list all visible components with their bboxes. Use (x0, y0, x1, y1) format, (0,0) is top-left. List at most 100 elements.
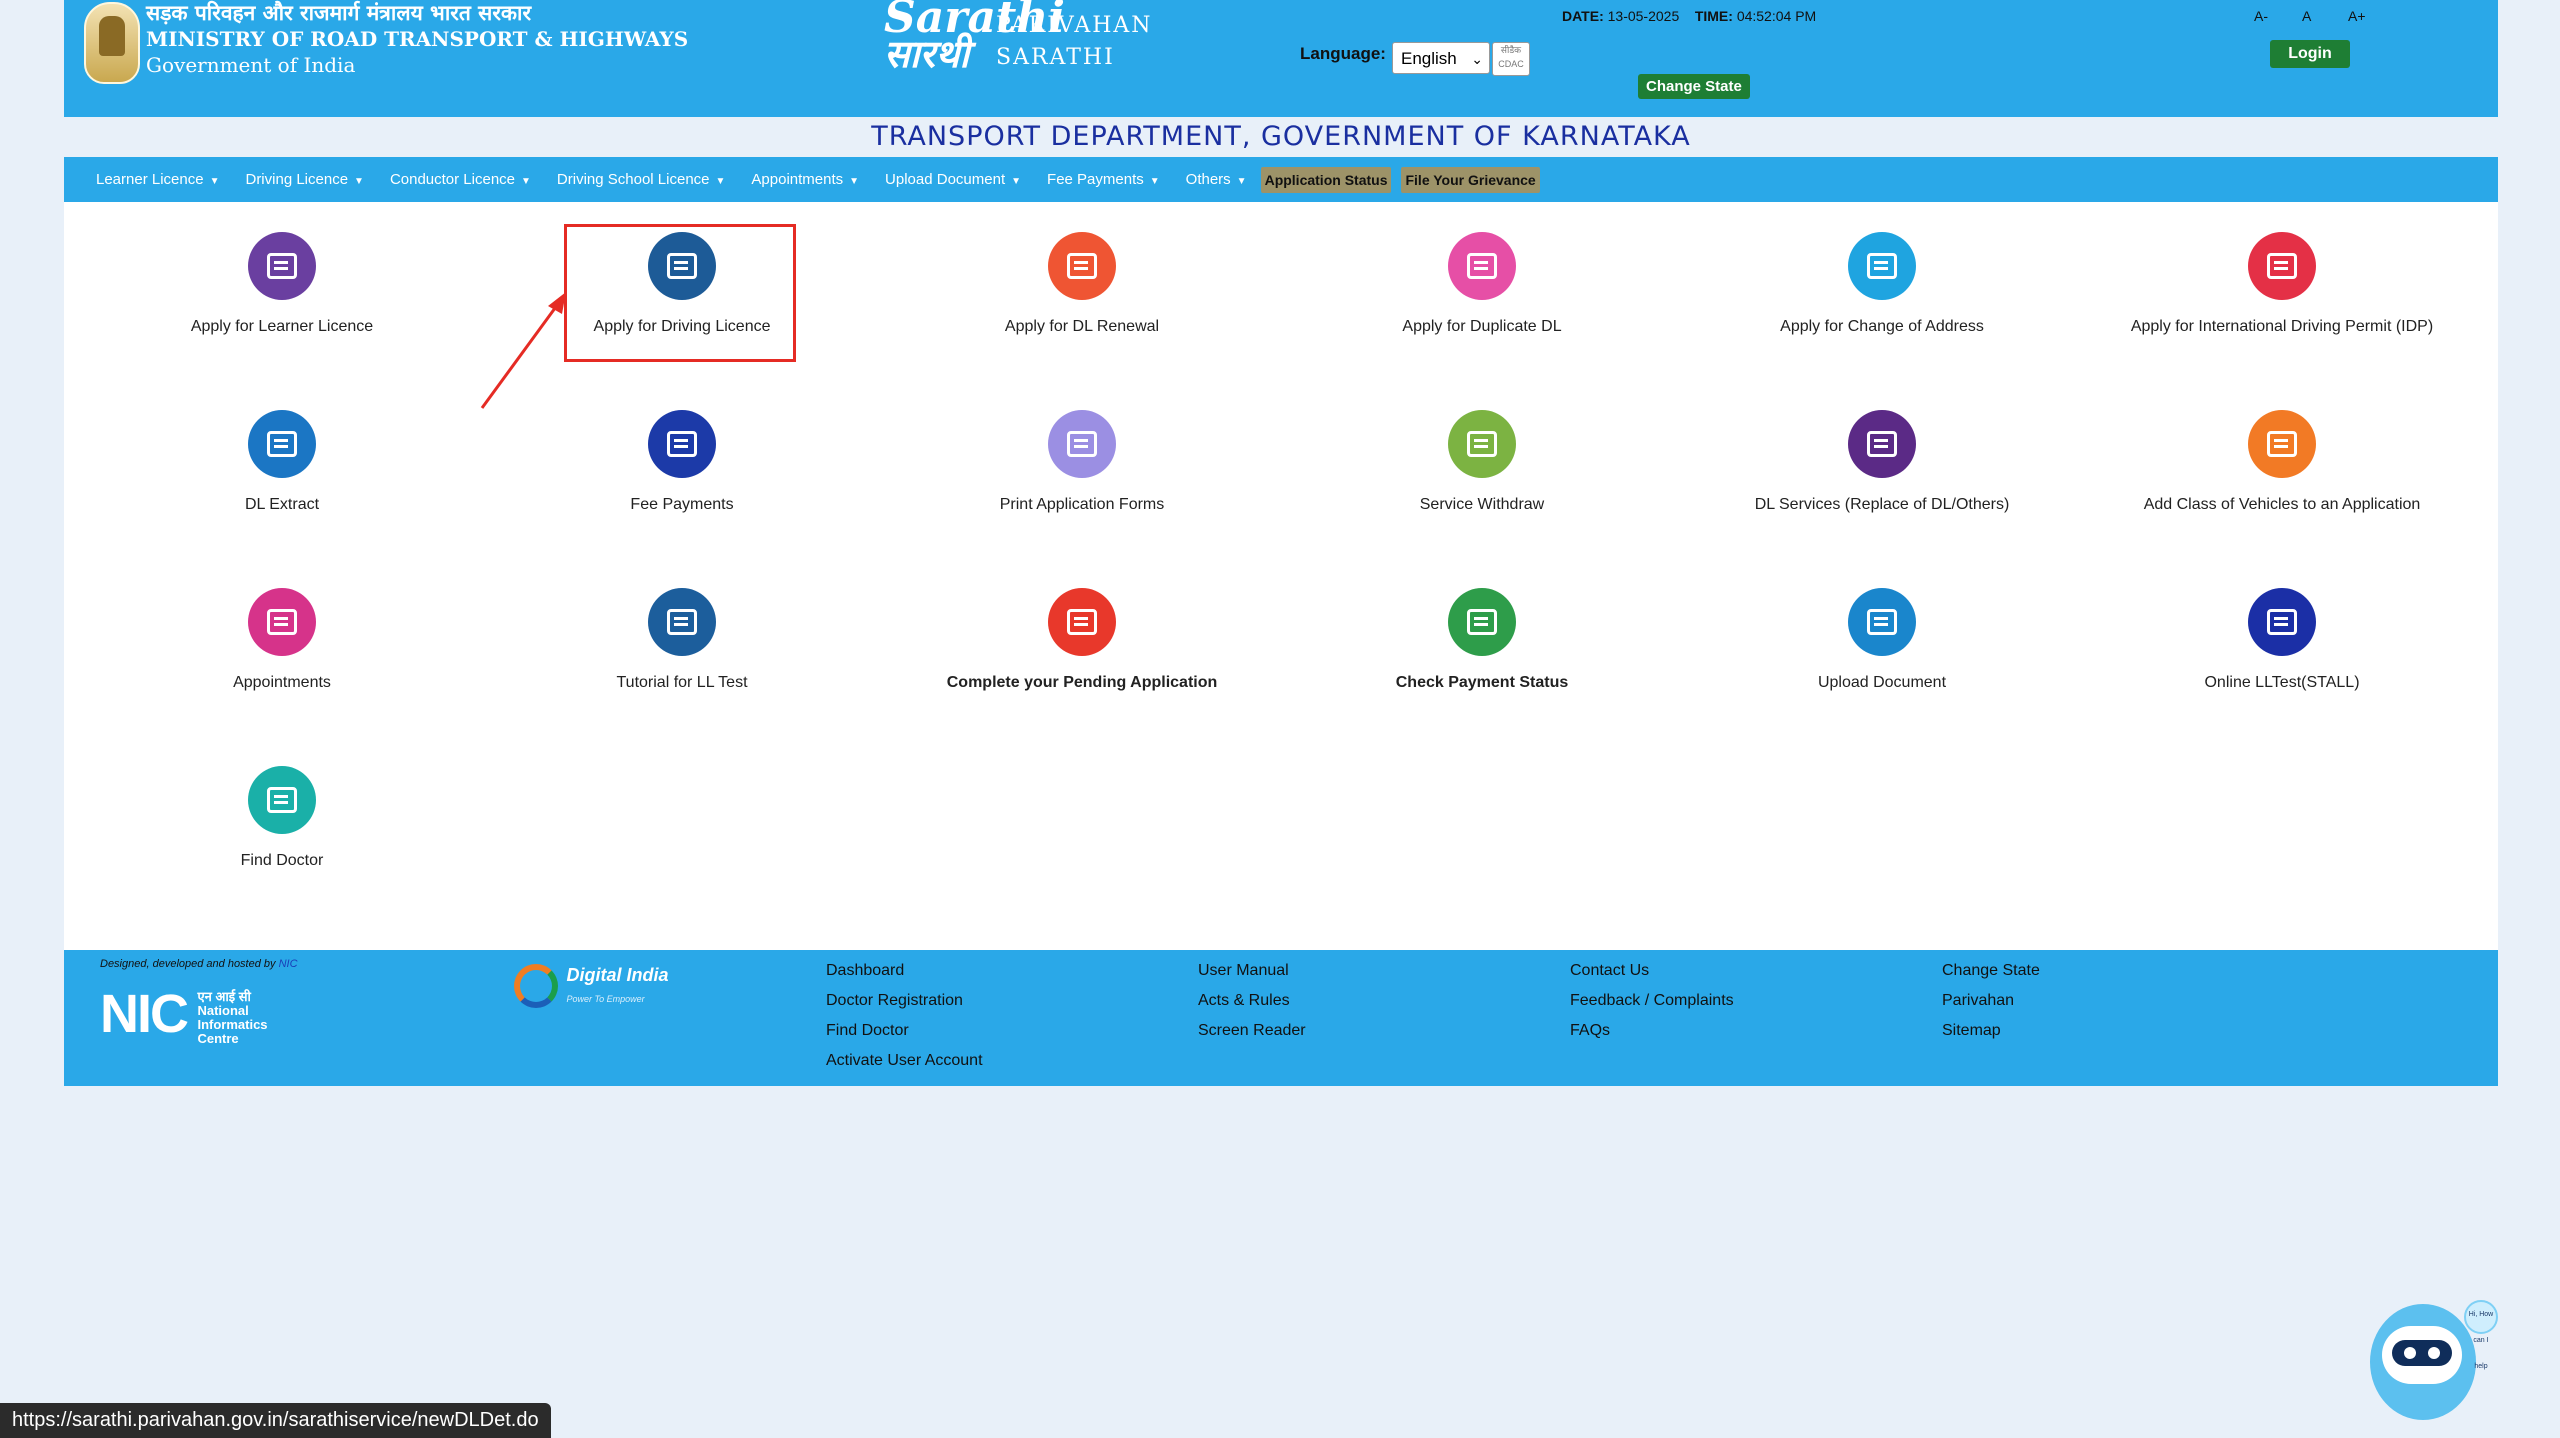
nav-label: Others (1185, 171, 1231, 188)
footer-link[interactable]: Feedback / Complaints (1570, 986, 1734, 1016)
nav-driving-licence[interactable]: Driving Licence ▼ (245, 171, 363, 188)
language-value: English (1401, 49, 1457, 68)
service-label: Fee Payments (630, 496, 734, 513)
nav-learner-licence[interactable]: Learner Licence ▼ (96, 171, 219, 188)
chatbot-eye-left (2404, 1347, 2416, 1359)
cdac-logo: सीडैक CDAC (1492, 42, 1530, 76)
footer-link[interactable]: Change State (1942, 956, 2040, 986)
footer-link[interactable]: Contact Us (1570, 956, 1734, 986)
service-label: Online LLTest(STALL) (2204, 674, 2360, 691)
footer-link[interactable]: Screen Reader (1198, 1016, 1306, 1046)
location-pin-icon (1848, 232, 1916, 300)
service-tile[interactable]: Complete your Pending Application (882, 588, 1282, 692)
service-label: Apply for International Driving Permit (… (2130, 318, 2434, 335)
service-label: DL Extract (244, 496, 320, 513)
service-tile[interactable]: Print Application Forms (882, 410, 1282, 514)
service-tile[interactable]: Check Payment Status (1282, 588, 1682, 692)
service-label: Apply for DL Renewal (1004, 318, 1160, 335)
service-label: Tutorial for LL Test (616, 674, 748, 691)
login-button[interactable]: Login (2270, 40, 2350, 68)
service-tile[interactable]: Apply for DL Renewal (882, 232, 1282, 336)
service-tile[interactable]: Apply for Duplicate DL (1282, 232, 1682, 336)
date-value: 13-05-2025 (1607, 8, 1680, 24)
font-decrease-button[interactable]: A- (2254, 8, 2268, 24)
service-tile[interactable]: Apply for Learner Licence (82, 232, 482, 336)
nav-label: Appointments (751, 171, 844, 188)
font-normal-button[interactable]: A (2302, 8, 2311, 24)
nic-logo-text: NIC (100, 984, 189, 1044)
service-label: Apply for Change of Address (1780, 318, 1984, 335)
red-arrow-annotation (480, 292, 566, 409)
chatbot-eye-right (2428, 1347, 2440, 1359)
file-grievance-button[interactable]: File Your Grievance (1401, 166, 1540, 193)
service-label: Upload Document (1817, 674, 1947, 691)
service-tile[interactable]: Online LLTest(STALL) (2082, 588, 2482, 692)
nav-label: Upload Document (885, 171, 1006, 188)
designed-by-org[interactable]: NIC (279, 958, 298, 970)
footer-link[interactable]: Doctor Registration (826, 986, 983, 1016)
footer-link[interactable]: FAQs (1570, 1016, 1734, 1046)
service-tile[interactable]: Add Class of Vehicles to an Application (2082, 410, 2482, 514)
nav-label: Learner Licence (96, 171, 204, 188)
caret-down-icon: ▼ (1236, 176, 1247, 187)
duplicate-dl-icon (1448, 232, 1516, 300)
caret-down-icon: ▼ (521, 176, 531, 187)
caret-down-icon: ▼ (1149, 176, 1160, 187)
footer-link[interactable]: Find Doctor (826, 1016, 983, 1046)
nic-logo[interactable]: NIC एन आई सी National Informatics Centre (100, 984, 268, 1046)
service-tile[interactable]: Upload Document (1682, 588, 2082, 692)
service-tile[interactable]: Apply for International Driving Permit (… (2082, 232, 2482, 336)
footer-link[interactable]: Activate User Account (826, 1046, 983, 1076)
service-tile[interactable]: DL Services (Replace of DL/Others) (1682, 410, 2082, 514)
date-label: DATE: (1562, 8, 1604, 24)
form-icon (2248, 410, 2316, 478)
nav-appointments[interactable]: Appointments ▼ (751, 171, 859, 188)
chatbot-button[interactable]: Hi, How can I help (2370, 1300, 2498, 1424)
nav-others[interactable]: Others ▼ (1186, 171, 1247, 188)
font-increase-button[interactable]: A+ (2348, 8, 2366, 24)
share-icon (248, 410, 316, 478)
caret-down-icon: ▼ (849, 176, 860, 187)
doctor-icon (248, 766, 316, 834)
footer-link[interactable]: Acts & Rules (1198, 986, 1306, 1016)
change-state-button[interactable]: Change State (1638, 74, 1750, 99)
footer: Designed, developed and hosted by NIC NI… (64, 950, 2498, 1086)
service-label: Appointments (233, 674, 331, 691)
pending-doc-icon (1048, 588, 1116, 656)
header: सड़क परिवहन और राजमार्ग मंत्रालय भारत सर… (64, 0, 2498, 117)
digital-india-logo[interactable]: Digital India Power To Empower (514, 964, 668, 1008)
service-tile[interactable]: DL Extract (82, 410, 482, 514)
status-url-bar: https://sarathi.parivahan.gov.in/sarathi… (0, 1403, 551, 1438)
nav-label: Driving Licence (245, 171, 349, 188)
caret-down-icon: ▼ (715, 176, 726, 187)
service-tile[interactable]: Apply for Change of Address (1682, 232, 2082, 336)
digital-india-tagline: Power To Empower (566, 994, 645, 1004)
caret-down-icon: ▼ (354, 176, 364, 187)
caret-down-icon: ▼ (1011, 176, 1022, 187)
service-label: Apply for Learner Licence (190, 318, 374, 335)
service-tile[interactable]: Service Withdraw (1282, 410, 1682, 514)
idp-icon (2248, 232, 2316, 300)
nav-label: Fee Payments (1047, 171, 1144, 188)
application-status-button[interactable]: Application Status (1260, 166, 1392, 193)
nav-driving-school-licence[interactable]: Driving School Licence ▼ (557, 171, 725, 188)
logo-line2: SARATHI (996, 45, 1115, 70)
calendar-icon (248, 588, 316, 656)
nav-conductor-licence[interactable]: Conductor Licence ▼ (390, 171, 531, 188)
service-tile[interactable]: Appointments (82, 588, 482, 692)
service-label: Apply for Duplicate DL (1402, 318, 1562, 335)
nav-upload-document[interactable]: Upload Document ▼ (885, 171, 1021, 188)
nav-label: Conductor Licence (389, 171, 516, 188)
language-select[interactable]: English ⌄ (1392, 42, 1490, 74)
service-tile[interactable]: Tutorial for LL Test (482, 588, 882, 692)
footer-col-4: Change State Parivahan Sitemap (1942, 956, 2040, 1046)
footer-link[interactable]: User Manual (1198, 956, 1306, 986)
national-emblem-logo (84, 2, 140, 84)
service-tile[interactable]: Fee Payments (482, 410, 882, 514)
footer-link[interactable]: Dashboard (826, 956, 983, 986)
online-test-icon (2248, 588, 2316, 656)
footer-link[interactable]: Sitemap (1942, 1016, 2040, 1046)
nav-fee-payments[interactable]: Fee Payments ▼ (1047, 171, 1160, 188)
footer-link[interactable]: Parivahan (1942, 986, 2040, 1016)
service-tile[interactable]: Find Doctor (82, 766, 482, 870)
